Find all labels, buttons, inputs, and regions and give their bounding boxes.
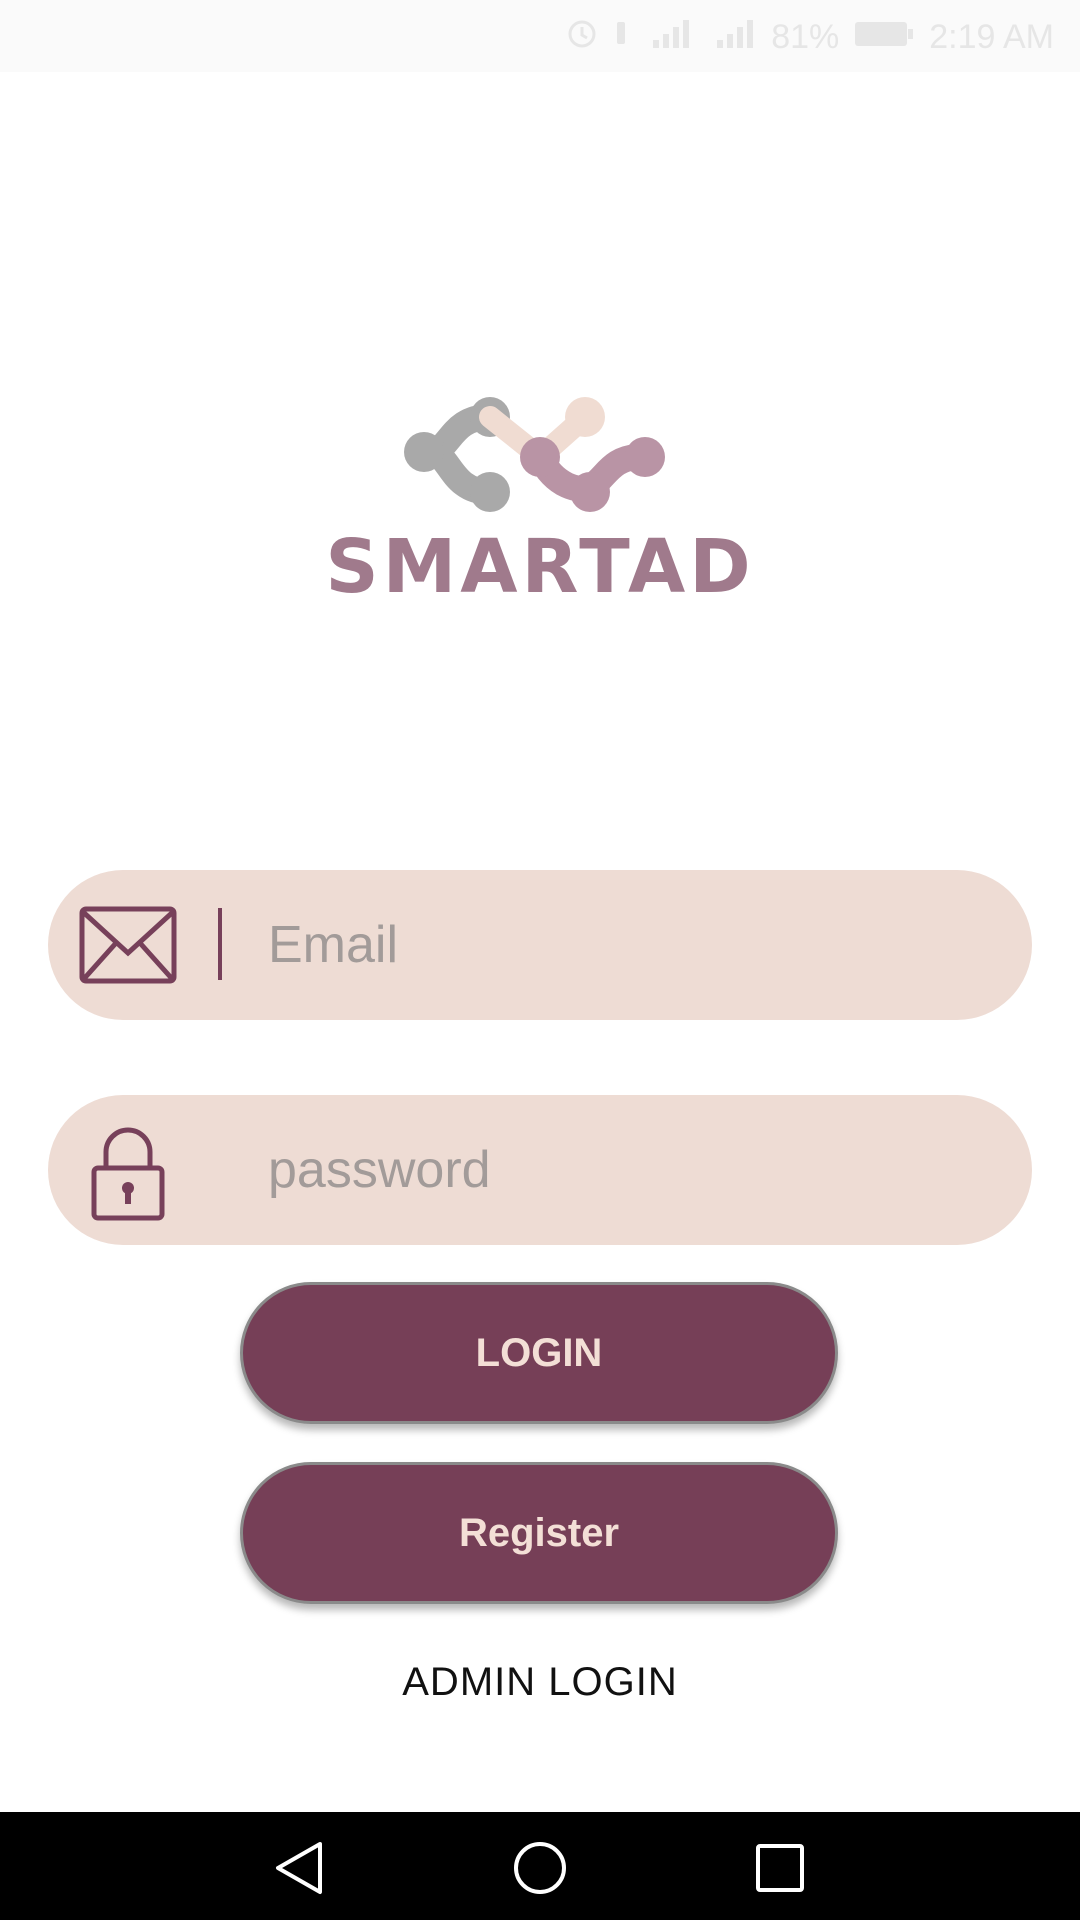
password-field[interactable] — [48, 1095, 1032, 1245]
envelope-icon — [78, 905, 178, 985]
status-bar: 81% 2:19 AM — [0, 0, 1080, 72]
back-icon[interactable] — [270, 1838, 330, 1898]
signal-icon — [707, 16, 757, 59]
email-field[interactable] — [48, 870, 1032, 1020]
password-input[interactable] — [218, 1130, 1028, 1210]
navigation-bar — [0, 1812, 1080, 1920]
signal-icon — [643, 16, 693, 59]
recents-icon[interactable] — [750, 1838, 810, 1898]
status-time: 2:19 AM — [929, 18, 1054, 56]
smartad-logo: SMARTAD — [300, 392, 780, 612]
register-button[interactable]: Register — [240, 1462, 838, 1604]
login-button[interactable]: LOGIN — [240, 1282, 838, 1424]
text-caret — [218, 908, 222, 980]
vibrate-icon — [613, 16, 629, 59]
home-icon[interactable] — [510, 1838, 570, 1898]
logo-text: SMARTAD — [325, 524, 755, 610]
logo-mark — [404, 397, 665, 512]
alarm-icon — [565, 16, 599, 59]
admin-login-link[interactable]: ADMIN LOGIN — [0, 1660, 1080, 1705]
battery-percent: 81% — [771, 18, 840, 56]
lock-icon — [78, 1127, 178, 1221]
battery-icon — [853, 16, 915, 59]
email-input[interactable] — [218, 905, 1028, 985]
